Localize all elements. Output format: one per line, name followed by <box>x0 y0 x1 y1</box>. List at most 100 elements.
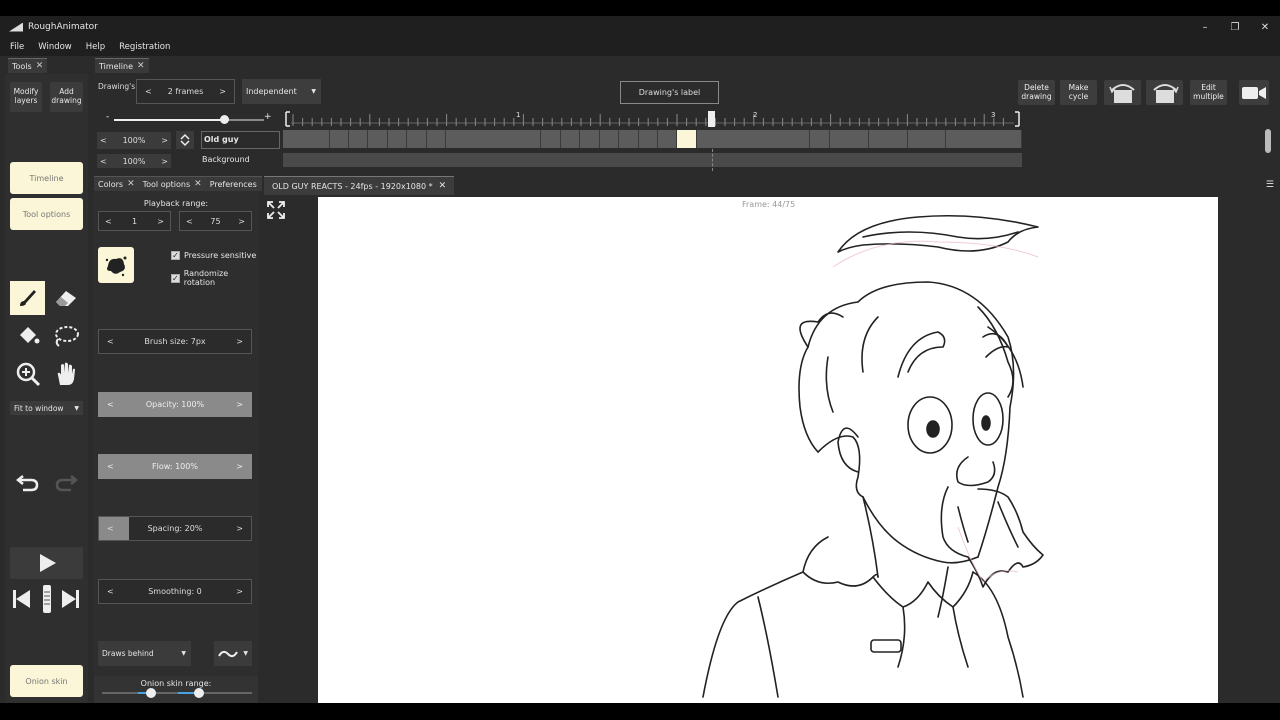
playback-end-increase[interactable]: > <box>238 217 245 226</box>
frame-cell[interactable] <box>677 130 697 148</box>
eraser-tool-button[interactable] <box>48 281 83 315</box>
frame-cell[interactable] <box>283 130 330 148</box>
opacity-increase-button[interactable]: > <box>161 136 168 145</box>
smoothing-increase[interactable]: > <box>236 587 243 596</box>
previous-frame-button[interactable] <box>10 583 36 615</box>
brush-preset-button[interactable] <box>98 247 134 283</box>
duration-stepper[interactable]: < 2 frames > <box>136 79 235 104</box>
flow-increase[interactable]: > <box>236 462 243 471</box>
frame-cell[interactable] <box>619 130 639 148</box>
playback-end-decrease[interactable]: < <box>186 217 193 226</box>
flow-slider[interactable]: < Flow: 100% > <box>98 454 252 479</box>
zoom-fit-select[interactable]: Fit to window ▼ <box>10 401 83 415</box>
frame-cell[interactable] <box>868 130 908 148</box>
modify-layers-button[interactable]: Modify layers <box>10 82 42 112</box>
brush-tool-button[interactable] <box>10 281 45 315</box>
frame-cell[interactable] <box>580 130 600 148</box>
stroke-style-select[interactable]: ▼ <box>214 641 252 666</box>
frame-cell[interactable] <box>560 130 581 148</box>
menu-registration[interactable]: Registration <box>119 42 170 52</box>
lasso-tool-button[interactable] <box>48 319 83 353</box>
timeline-scrollbar[interactable] <box>1265 129 1271 153</box>
play-button[interactable] <box>10 547 83 579</box>
zoom-tool-button[interactable] <box>10 357 45 391</box>
timeline-zoom-out[interactable]: - <box>106 112 109 122</box>
flow-decrease[interactable]: < <box>107 462 114 471</box>
close-window-button[interactable]: ✕ <box>1250 16 1280 38</box>
drawing-label-button[interactable]: Drawing's label <box>620 81 719 104</box>
tab-tools[interactable]: Tools ✕ <box>8 58 48 73</box>
brush-size-increase[interactable]: > <box>236 337 243 346</box>
timing-mode-select[interactable]: Independent ▼ <box>242 79 321 104</box>
camera-button[interactable] <box>1239 80 1269 105</box>
spacing-slider[interactable]: < Spacing: 20% > <box>98 516 252 541</box>
document-tab[interactable]: OLD GUY REACTS - 24fps - 1920x1080 * ✕ <box>264 176 455 195</box>
drawing-canvas[interactable]: Frame: 44/75 <box>318 197 1218 703</box>
frame-cell[interactable] <box>810 130 830 148</box>
tab-colors[interactable]: Colors ✕ <box>94 176 139 191</box>
timeline-zoom-in[interactable]: + <box>264 112 272 122</box>
frame-cell[interactable] <box>426 130 447 148</box>
layer-opacity-stepper[interactable]: < 100% > <box>97 154 171 168</box>
flip-right-button[interactable] <box>1146 80 1183 105</box>
opacity-decrease-button[interactable]: < <box>100 157 107 166</box>
frame-cell[interactable] <box>638 130 658 148</box>
next-frame-button[interactable] <box>56 583 82 615</box>
opacity-slider[interactable]: < Opacity: 100% > <box>98 392 252 417</box>
layer-name-background[interactable]: Background <box>202 155 250 164</box>
brush-size-slider[interactable]: < Brush size: 7px > <box>98 329 252 354</box>
blend-mode-select[interactable]: Draws behind ▼ <box>98 641 191 666</box>
add-drawing-button[interactable]: Add drawing <box>50 82 83 112</box>
frame-cell[interactable] <box>387 130 408 148</box>
brush-size-decrease[interactable]: < <box>107 337 114 346</box>
playback-end-stepper[interactable]: < 75 > <box>179 211 252 231</box>
close-icon[interactable]: ✕ <box>36 61 44 71</box>
playback-start-decrease[interactable]: < <box>105 217 112 226</box>
frame-cell[interactable] <box>329 130 350 148</box>
delete-drawing-button[interactable]: Delete drawing <box>1018 80 1055 105</box>
frame-cell[interactable] <box>407 130 427 148</box>
maximize-button[interactable]: ❐ <box>1220 16 1250 38</box>
duration-increase-button[interactable]: > <box>219 87 226 96</box>
opacity-increase-button[interactable]: > <box>161 157 168 166</box>
randomize-rotation-checkbox[interactable]: ✓ Randomize rotation <box>171 269 258 287</box>
close-icon[interactable]: ✕ <box>137 61 145 71</box>
layer-opacity-stepper[interactable]: < 100% > <box>97 132 171 149</box>
smoothing-decrease[interactable]: < <box>107 587 114 596</box>
spacing-decrease[interactable]: < <box>107 524 114 533</box>
pan-tool-button[interactable] <box>48 357 83 391</box>
opacity-decrease-button[interactable]: < <box>100 136 107 145</box>
onion-range-handle-start[interactable] <box>146 688 156 698</box>
frame-cell[interactable] <box>368 130 388 148</box>
onion-range-handle-end[interactable] <box>194 688 204 698</box>
tab-timeline[interactable]: Timeline ✕ <box>95 58 149 73</box>
playhead-marker[interactable] <box>708 111 715 127</box>
frame-ruler[interactable]: 1 2 3 <box>283 111 1022 127</box>
frame-cell[interactable] <box>657 130 678 148</box>
tool-options-toggle-button[interactable]: Tool options <box>10 198 83 230</box>
opacity-decrease[interactable]: < <box>107 400 114 409</box>
frame-cell[interactable] <box>907 130 947 148</box>
frame-cell[interactable] <box>829 130 869 148</box>
undo-button[interactable] <box>10 465 45 499</box>
frame-cell[interactable] <box>599 130 620 148</box>
frame-cell[interactable] <box>349 130 369 148</box>
hamburger-menu-icon[interactable]: ☰ <box>1266 180 1274 190</box>
minimize-button[interactable]: – <box>1190 16 1220 38</box>
close-icon[interactable]: ✕ <box>439 181 447 191</box>
flip-left-button[interactable] <box>1104 80 1141 105</box>
menu-help[interactable]: Help <box>86 42 105 52</box>
layer-frames-old-guy[interactable] <box>283 130 1023 148</box>
onion-range-track[interactable] <box>102 692 252 694</box>
make-cycle-button[interactable]: Make cycle <box>1060 80 1097 105</box>
frame-scrubber-handle[interactable] <box>40 583 54 615</box>
frame-cell[interactable] <box>696 130 811 148</box>
pressure-sensitive-checkbox[interactable]: ✓ Pressure sensitive <box>171 251 256 260</box>
menu-file[interactable]: File <box>10 42 24 52</box>
smoothing-slider[interactable]: < Smoothing: 0 > <box>98 579 252 604</box>
redo-button[interactable] <box>48 465 83 499</box>
frame-cell[interactable] <box>541 130 561 148</box>
timeline-zoom-handle[interactable] <box>220 115 229 124</box>
layer-frames-background[interactable] <box>283 153 1022 167</box>
fill-tool-button[interactable] <box>10 319 45 353</box>
